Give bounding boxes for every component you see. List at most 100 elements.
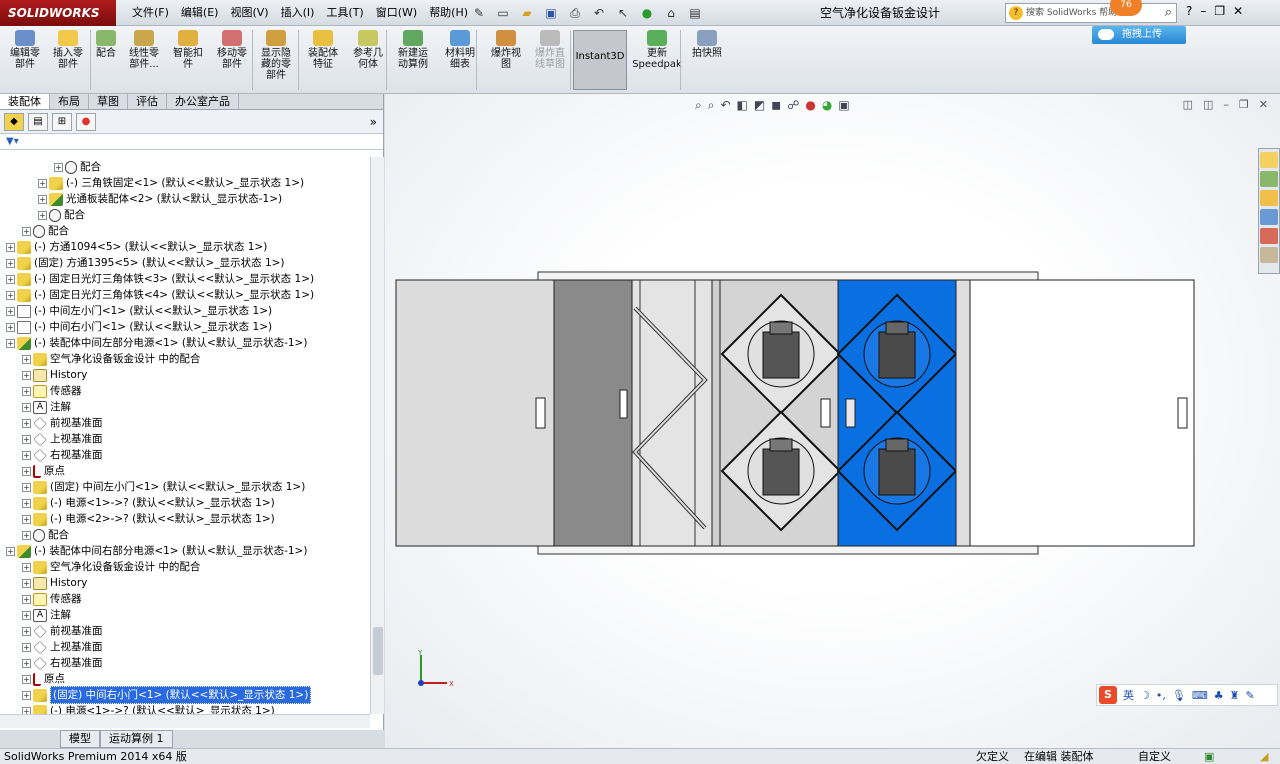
tree-node[interactable]: + A 注解 <box>22 607 71 623</box>
command-button-3[interactable]: 线性零 部件... <box>122 30 166 70</box>
expand-toggle[interactable]: + <box>22 482 31 492</box>
tree-node[interactable]: + (-) 电源<2>->? (默认<<默认>_显示状态 1>) <box>22 511 275 527</box>
tree-horizontal-scrollbar[interactable] <box>0 714 370 728</box>
command-button-12[interactable]: 爆炸直 线草图 <box>528 30 572 70</box>
expand-toggle[interactable]: + <box>38 194 47 204</box>
command-button-14[interactable]: 更新 Speedpak <box>630 30 684 70</box>
tree-node[interactable]: + 右视基准面 <box>22 447 103 463</box>
file-explorer-icon[interactable] <box>1260 190 1278 206</box>
tree-node[interactable]: + History <box>22 575 87 591</box>
expand-toggle[interactable]: + <box>22 418 31 428</box>
tree-node[interactable]: + 前视基准面 <box>22 415 103 431</box>
punctuation-icon[interactable]: •, <box>1156 689 1166 702</box>
expand-toggle[interactable]: + <box>22 674 31 684</box>
resize-grip-icon[interactable]: ◢ <box>1260 749 1268 764</box>
command-button-7[interactable]: 装配体 特征 <box>301 30 345 70</box>
expand-toggle[interactable]: + <box>6 274 15 284</box>
tree-node[interactable]: + 配合 <box>22 527 69 543</box>
tree-node[interactable]: + (固定) 方通1395<5> (默认<<默认>_显示状态 1>) <box>6 255 285 271</box>
expand-toggle[interactable]: + <box>22 226 31 236</box>
tree-node[interactable]: + 配合 <box>54 159 101 175</box>
tab-layout[interactable]: 布局 <box>50 94 89 109</box>
command-button-5[interactable]: 移动零 部件 <box>210 30 254 70</box>
ime-language[interactable]: 英 <box>1123 687 1134 703</box>
tab-model[interactable]: 模型 <box>60 730 100 748</box>
command-button-1[interactable]: 插入零 部件 <box>46 30 90 70</box>
view-palette-icon[interactable] <box>1260 209 1278 225</box>
menu-insert[interactable]: 插入(I) <box>275 0 321 26</box>
tree-node[interactable]: + (固定) 中间右小门<1> (默认<<默认>_显示状态 1>) <box>22 686 312 704</box>
command-button-4[interactable]: 智能扣 件 <box>168 30 208 70</box>
tab-assembly[interactable]: 装配体 <box>0 94 50 109</box>
menu-edit[interactable]: 编辑(E) <box>175 0 225 26</box>
command-button-11[interactable]: 爆炸视 图 <box>484 30 528 70</box>
new-document-icon[interactable]: ▭ <box>492 3 514 23</box>
home-icon[interactable] <box>1260 152 1278 168</box>
file-properties-icon[interactable]: ⌂ <box>660 3 682 23</box>
expand-panel-icon[interactable]: » <box>370 115 377 129</box>
tree-node[interactable]: + (-) 固定日光灯三角体铁<3> (默认<<默认>_显示状态 1>) <box>6 271 314 287</box>
expand-toggle[interactable]: + <box>6 242 15 252</box>
command-button-8[interactable]: 参考几 何体 <box>346 30 390 70</box>
magnifier-icon[interactable]: ⌕ <box>1165 4 1172 22</box>
help-button[interactable]: ? <box>1186 4 1192 18</box>
tree-node[interactable]: + (-) 装配体中间左部分电源<1> (默认<默认_显示状态-1>) <box>6 335 307 351</box>
user-icon[interactable]: ♣ <box>1214 689 1224 702</box>
command-button-2[interactable]: 配合 <box>94 30 118 59</box>
tree-node[interactable]: + (-) 中间右小门<1> (默认<<默认>_显示状态 1>) <box>6 319 272 335</box>
tab-evaluate[interactable]: 评估 <box>128 94 167 109</box>
command-button-15[interactable]: 拍快照 <box>686 30 728 59</box>
minimize-icon[interactable]: – <box>1200 4 1206 18</box>
tree-node[interactable]: + 原点 <box>22 463 65 479</box>
appearances-icon[interactable] <box>1260 228 1278 244</box>
menu-file[interactable]: 文件(F) <box>126 0 175 26</box>
shirt-icon[interactable]: ♜ <box>1230 689 1240 702</box>
tree-node[interactable]: + 传感器 <box>22 383 82 399</box>
expand-toggle[interactable]: + <box>22 354 31 364</box>
instant3d-button[interactable]: Instant3D <box>573 30 627 90</box>
property-manager-icon[interactable]: ▤ <box>28 112 48 131</box>
tree-node[interactable]: + 配合 <box>38 207 85 223</box>
design-library-icon[interactable] <box>1260 171 1278 187</box>
tree-node[interactable]: + 右视基准面 <box>22 655 103 671</box>
tree-node[interactable]: + (-) 电源<1>->? (默认<<默认>_显示状态 1>) <box>22 703 275 714</box>
tab-sketch[interactable]: 草图 <box>89 94 128 109</box>
rebuild-icon[interactable]: ● <box>636 3 658 23</box>
tree-node[interactable]: + (-) 中间左小门<1> (默认<<默认>_显示状态 1>) <box>6 303 272 319</box>
expand-toggle[interactable]: + <box>22 562 31 572</box>
tree-node[interactable]: + 上视基准面 <box>22 431 103 447</box>
open-folder-icon[interactable]: ▰ <box>516 3 538 23</box>
tree-node[interactable]: + 传感器 <box>22 591 82 607</box>
tree-node[interactable]: + History <box>22 367 87 383</box>
custom-properties-icon[interactable] <box>1260 247 1278 263</box>
tree-node[interactable]: + (-) 方通1094<5> (默认<<默认>_显示状态 1>) <box>6 239 267 255</box>
restore-icon[interactable]: ❐ <box>1214 4 1225 18</box>
expand-toggle[interactable]: + <box>22 530 31 540</box>
expand-toggle[interactable]: + <box>54 162 63 172</box>
expand-toggle[interactable]: + <box>22 626 31 636</box>
tab-office-products[interactable]: 办公室产品 <box>167 94 239 109</box>
expand-toggle[interactable]: + <box>22 370 31 380</box>
expand-toggle[interactable]: + <box>38 210 47 220</box>
tree-node[interactable]: + (固定) 中间左小门<1> (默认<<默认>_显示状态 1>) <box>22 479 305 495</box>
undo-icon[interactable]: ↶ <box>588 3 610 23</box>
expand-toggle[interactable]: + <box>6 546 15 556</box>
microphone-icon[interactable]: 🎙 <box>1172 689 1186 702</box>
tree-node[interactable]: + 空气净化设备钣金设计 中的配合 <box>22 351 200 367</box>
tree-node[interactable]: + 原点 <box>22 671 65 687</box>
menu-view[interactable]: 视图(V) <box>224 0 274 26</box>
menu-window[interactable]: 窗口(W) <box>370 0 423 26</box>
expand-toggle[interactable]: + <box>22 578 31 588</box>
help-search-input[interactable]: ? 搜索 SolidWorks 帮助 ⌕ <box>1005 3 1177 23</box>
select-pointer-icon[interactable]: ↖ <box>612 3 634 23</box>
expand-toggle[interactable]: + <box>22 386 31 396</box>
expand-toggle[interactable]: + <box>6 258 15 268</box>
expand-toggle[interactable]: + <box>22 594 31 604</box>
expand-toggle[interactable]: + <box>6 338 15 348</box>
expand-toggle[interactable]: + <box>22 706 31 714</box>
tree-node[interactable]: + (-) 固定日光灯三角体铁<4> (默认<<默认>_显示状态 1>) <box>6 287 314 303</box>
pin-icon[interactable]: ✎ <box>468 3 490 23</box>
expand-toggle[interactable]: + <box>22 498 31 508</box>
tree-node[interactable]: + 前视基准面 <box>22 623 103 639</box>
command-button-6[interactable]: 显示隐 藏的零 部件 <box>254 30 298 81</box>
